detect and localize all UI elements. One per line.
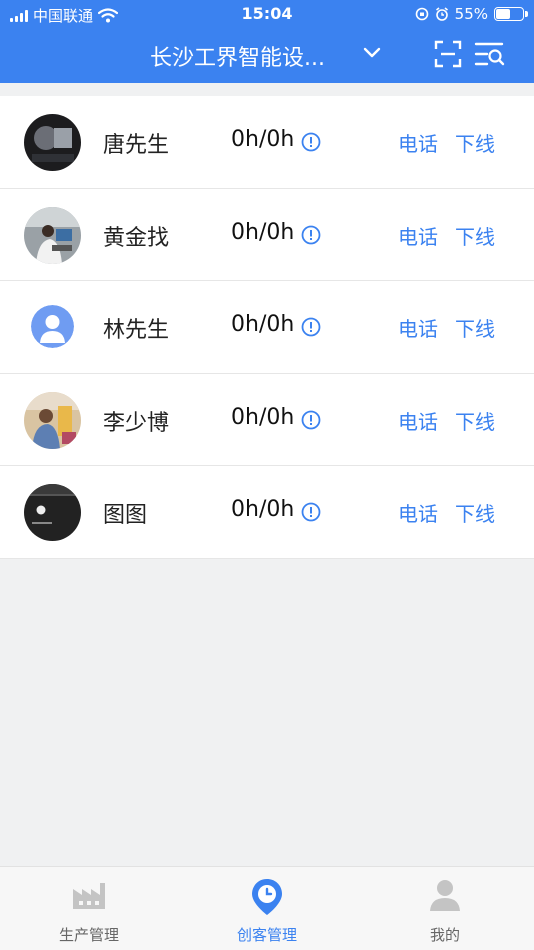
list-item[interactable]: 图图 0h/0h 电话 下线	[0, 466, 534, 559]
work-hours: 0h/0h	[231, 312, 295, 337]
info-icon[interactable]	[301, 317, 321, 337]
member-list: 唐先生 0h/0h 电话 下线 黄金找 0h/0h 电话 下线 林先生 0h/0…	[0, 96, 534, 559]
rotation-lock-icon	[415, 7, 428, 21]
info-icon[interactable]	[301, 410, 321, 430]
person-icon	[430, 880, 460, 911]
offline-button[interactable]: 下线	[455, 128, 495, 157]
avatar	[24, 206, 81, 264]
avatar	[24, 484, 81, 541]
org-title[interactable]: 长沙工界智能设...	[150, 40, 350, 72]
list-item[interactable]: 唐先生 0h/0h 电话 下线	[0, 96, 534, 189]
offline-button[interactable]: 下线	[455, 406, 495, 435]
info-icon[interactable]	[301, 225, 321, 245]
call-button[interactable]: 电话	[398, 498, 438, 527]
avatar	[31, 305, 74, 348]
work-hours: 0h/0h	[231, 127, 295, 152]
info-icon[interactable]	[301, 502, 321, 522]
avatar	[24, 391, 81, 449]
work-hours: 0h/0h	[231, 497, 295, 522]
alarm-icon	[435, 7, 448, 21]
top-bar: 中国联通 15:04 55% 长沙工界智能设...	[0, 0, 534, 83]
battery-percent: 55%	[454, 5, 488, 23]
tab-label: 生产管理	[58, 926, 119, 944]
battery-icon	[494, 7, 528, 21]
call-button[interactable]: 电话	[398, 313, 438, 342]
status-bar: 中国联通 15:04 55%	[0, 0, 534, 28]
list-item[interactable]: 黄金找 0h/0h 电话 下线	[0, 188, 534, 281]
list-item[interactable]: 林先生 0h/0h 电话 下线	[0, 281, 534, 374]
location-clock-icon	[252, 879, 282, 915]
member-name: 图图	[103, 503, 148, 528]
member-name: 林先生	[103, 318, 170, 343]
scan-icon[interactable]	[434, 40, 462, 68]
tab-bar: 生产管理 创客管理 我的	[0, 866, 534, 950]
chevron-down-icon[interactable]	[361, 42, 383, 64]
work-hours: 0h/0h	[231, 219, 295, 245]
default-avatar-icon	[31, 305, 74, 348]
tab-production[interactable]: 生产管理	[0, 867, 178, 950]
call-button[interactable]: 电话	[398, 221, 438, 250]
avatar	[24, 114, 81, 171]
offline-button[interactable]: 下线	[455, 221, 495, 250]
offline-button[interactable]: 下线	[455, 313, 495, 342]
tab-label: 创客管理	[236, 926, 297, 944]
tab-mine[interactable]: 我的	[356, 867, 534, 950]
status-right: 55%	[415, 5, 528, 23]
member-name: 唐先生	[103, 133, 170, 158]
member-name: 李少博	[103, 410, 170, 436]
member-name: 黄金找	[103, 225, 170, 251]
factory-icon	[73, 883, 105, 909]
call-button[interactable]: 电话	[398, 406, 438, 435]
call-button[interactable]: 电话	[398, 128, 438, 157]
work-hours: 0h/0h	[231, 404, 295, 430]
info-icon[interactable]	[301, 132, 321, 152]
list-item[interactable]: 李少博 0h/0h 电话 下线	[0, 373, 534, 466]
offline-button[interactable]: 下线	[455, 498, 495, 527]
tab-label: 我的	[429, 926, 460, 944]
tab-maker[interactable]: 创客管理	[178, 867, 356, 950]
filter-search-icon[interactable]	[474, 40, 506, 68]
